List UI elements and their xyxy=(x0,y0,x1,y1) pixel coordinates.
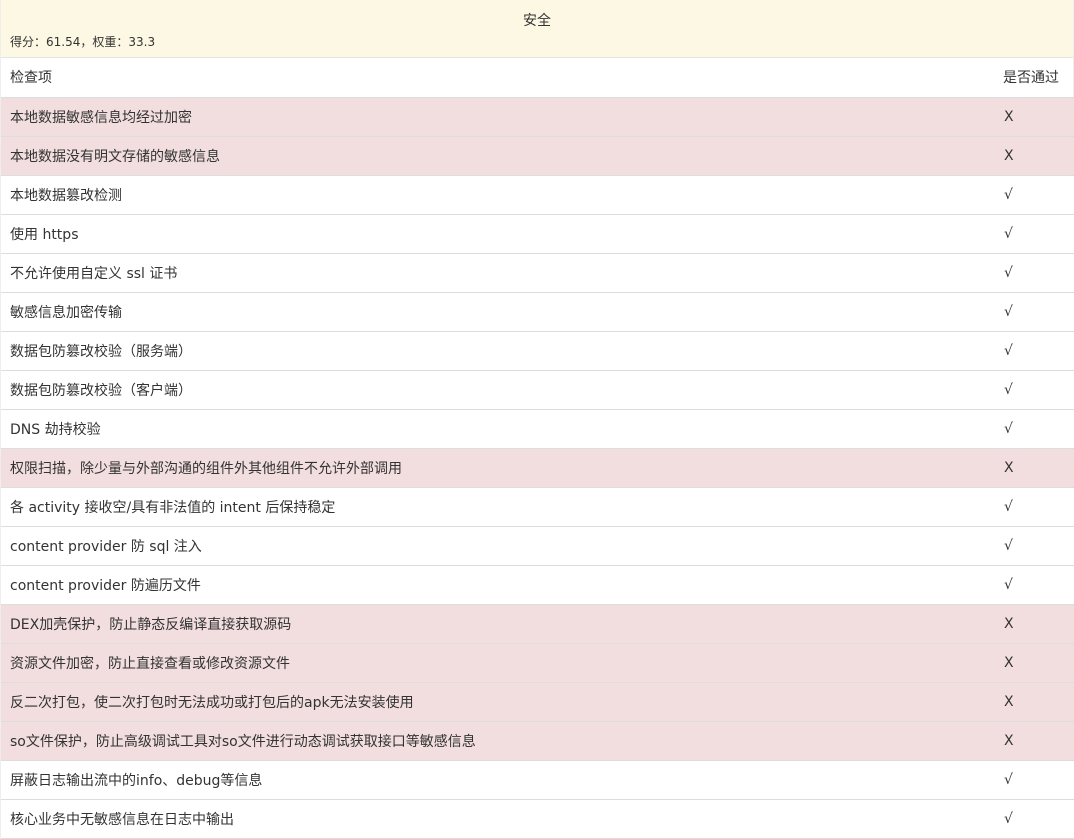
check-item-label: 本地数据敏感信息均经过加密 xyxy=(1,97,995,137)
table-row: so文件保护，防止高级调试工具对so文件进行动态调试获取接口等敏感信息 X xyxy=(1,721,1074,761)
table-row: 数据包防篡改校验（客户端） √ xyxy=(1,370,1074,410)
section-title: 安全 xyxy=(523,13,551,29)
column-header-pass: 是否通过 xyxy=(995,58,1074,98)
check-item-label: 本地数据没有明文存储的敏感信息 xyxy=(1,136,995,176)
check-pass-icon: √ xyxy=(995,292,1074,332)
check-pass-icon: √ xyxy=(995,370,1074,410)
check-item-label: content provider 防遍历文件 xyxy=(1,565,995,605)
table-row: 数据包防篡改校验（服务端） √ xyxy=(1,331,1074,371)
check-pass-icon: √ xyxy=(995,565,1074,605)
table-row: content provider 防遍历文件 √ xyxy=(1,565,1074,605)
table-row: 权限扫描，除少量与外部沟通的组件外其他组件不允许外部调用 X xyxy=(1,448,1074,488)
table-row: 核心业务中无敏感信息在日志中输出 √ xyxy=(1,799,1074,839)
check-item-label: 使用 https xyxy=(1,214,995,254)
check-item-label: 核心业务中无敏感信息在日志中输出 xyxy=(1,799,995,839)
check-pass-icon: √ xyxy=(995,214,1074,254)
check-item-label: DNS 劫持校验 xyxy=(1,409,995,449)
table-row: 各 activity 接收空/具有非法值的 intent 后保持稳定 √ xyxy=(1,487,1074,527)
check-item-label: DEX加壳保护，防止静态反编译直接获取源码 xyxy=(1,604,995,644)
check-item-label: so文件保护，防止高级调试工具对so文件进行动态调试获取接口等敏感信息 xyxy=(1,721,995,761)
check-pass-icon: √ xyxy=(995,253,1074,293)
check-item-label: content provider 防 sql 注入 xyxy=(1,526,995,566)
table-row: 本地数据没有明文存储的敏感信息 X xyxy=(1,136,1074,176)
score-weight-line: 得分：61.54，权重：33.3 xyxy=(10,35,156,49)
check-item-label: 数据包防篡改校验（客户端） xyxy=(1,370,995,410)
check-pass-icon: √ xyxy=(995,799,1074,839)
table-row: 本地数据敏感信息均经过加密 X xyxy=(1,97,1074,137)
check-item-label: 屏蔽日志输出流中的info、debug等信息 xyxy=(1,760,995,800)
table-row: 资源文件加密，防止直接查看或修改资源文件 X xyxy=(1,643,1074,683)
check-fail-icon: X xyxy=(995,643,1074,683)
check-item-label: 敏感信息加密传输 xyxy=(1,292,995,332)
check-item-label: 本地数据篡改检测 xyxy=(1,175,995,215)
check-item-label: 权限扫描，除少量与外部沟通的组件外其他组件不允许外部调用 xyxy=(1,448,995,488)
table-row: 屏蔽日志输出流中的info、debug等信息 √ xyxy=(1,760,1074,800)
check-pass-icon: √ xyxy=(995,175,1074,215)
check-pass-icon: √ xyxy=(995,487,1074,527)
check-item-label: 反二次打包，使二次打包时无法成功或打包后的apk无法安装使用 xyxy=(1,682,995,722)
security-panel: 安全 得分：61.54，权重：33.3 检查项 是否通过 本地数据敏感信息均经过… xyxy=(0,0,1074,839)
section-header: 安全 得分：61.54，权重：33.3 xyxy=(1,0,1073,58)
check-fail-icon: X xyxy=(995,604,1074,644)
check-fail-icon: X xyxy=(995,97,1074,137)
table-row: 不允许使用自定义 ssl 证书 √ xyxy=(1,253,1074,293)
check-fail-icon: X xyxy=(995,682,1074,722)
table-row: 本地数据篡改检测 √ xyxy=(1,175,1074,215)
table-row: DEX加壳保护，防止静态反编译直接获取源码 X xyxy=(1,604,1074,644)
table-row: 反二次打包，使二次打包时无法成功或打包后的apk无法安装使用 X xyxy=(1,682,1074,722)
table-row: DNS 劫持校验 √ xyxy=(1,409,1074,449)
check-item-label: 各 activity 接收空/具有非法值的 intent 后保持稳定 xyxy=(1,487,995,527)
table-row: 敏感信息加密传输 √ xyxy=(1,292,1074,332)
check-item-label: 不允许使用自定义 ssl 证书 xyxy=(1,253,995,293)
check-fail-icon: X xyxy=(995,136,1074,176)
check-pass-icon: √ xyxy=(995,526,1074,566)
check-item-label: 资源文件加密，防止直接查看或修改资源文件 xyxy=(1,643,995,683)
check-fail-icon: X xyxy=(995,448,1074,488)
column-header-item: 检查项 xyxy=(1,58,995,98)
table-row: 使用 https √ xyxy=(1,214,1074,254)
check-pass-icon: √ xyxy=(995,331,1074,371)
check-pass-icon: √ xyxy=(995,760,1074,800)
table-body: 本地数据敏感信息均经过加密 X 本地数据没有明文存储的敏感信息 X 本地数据篡改检测 √ 使… xyxy=(1,97,1074,839)
check-fail-icon: X xyxy=(995,721,1074,761)
check-item-label: 数据包防篡改校验（服务端） xyxy=(1,331,995,371)
table-header-row: 检查项 是否通过 xyxy=(1,58,1074,98)
check-pass-icon: √ xyxy=(995,409,1074,449)
check-table: 检查项 是否通过 本地数据敏感信息均经过加密 X 本地数据没有明文存储的敏感信息 X 本… xyxy=(1,58,1074,839)
table-row: content provider 防 sql 注入 √ xyxy=(1,526,1074,566)
